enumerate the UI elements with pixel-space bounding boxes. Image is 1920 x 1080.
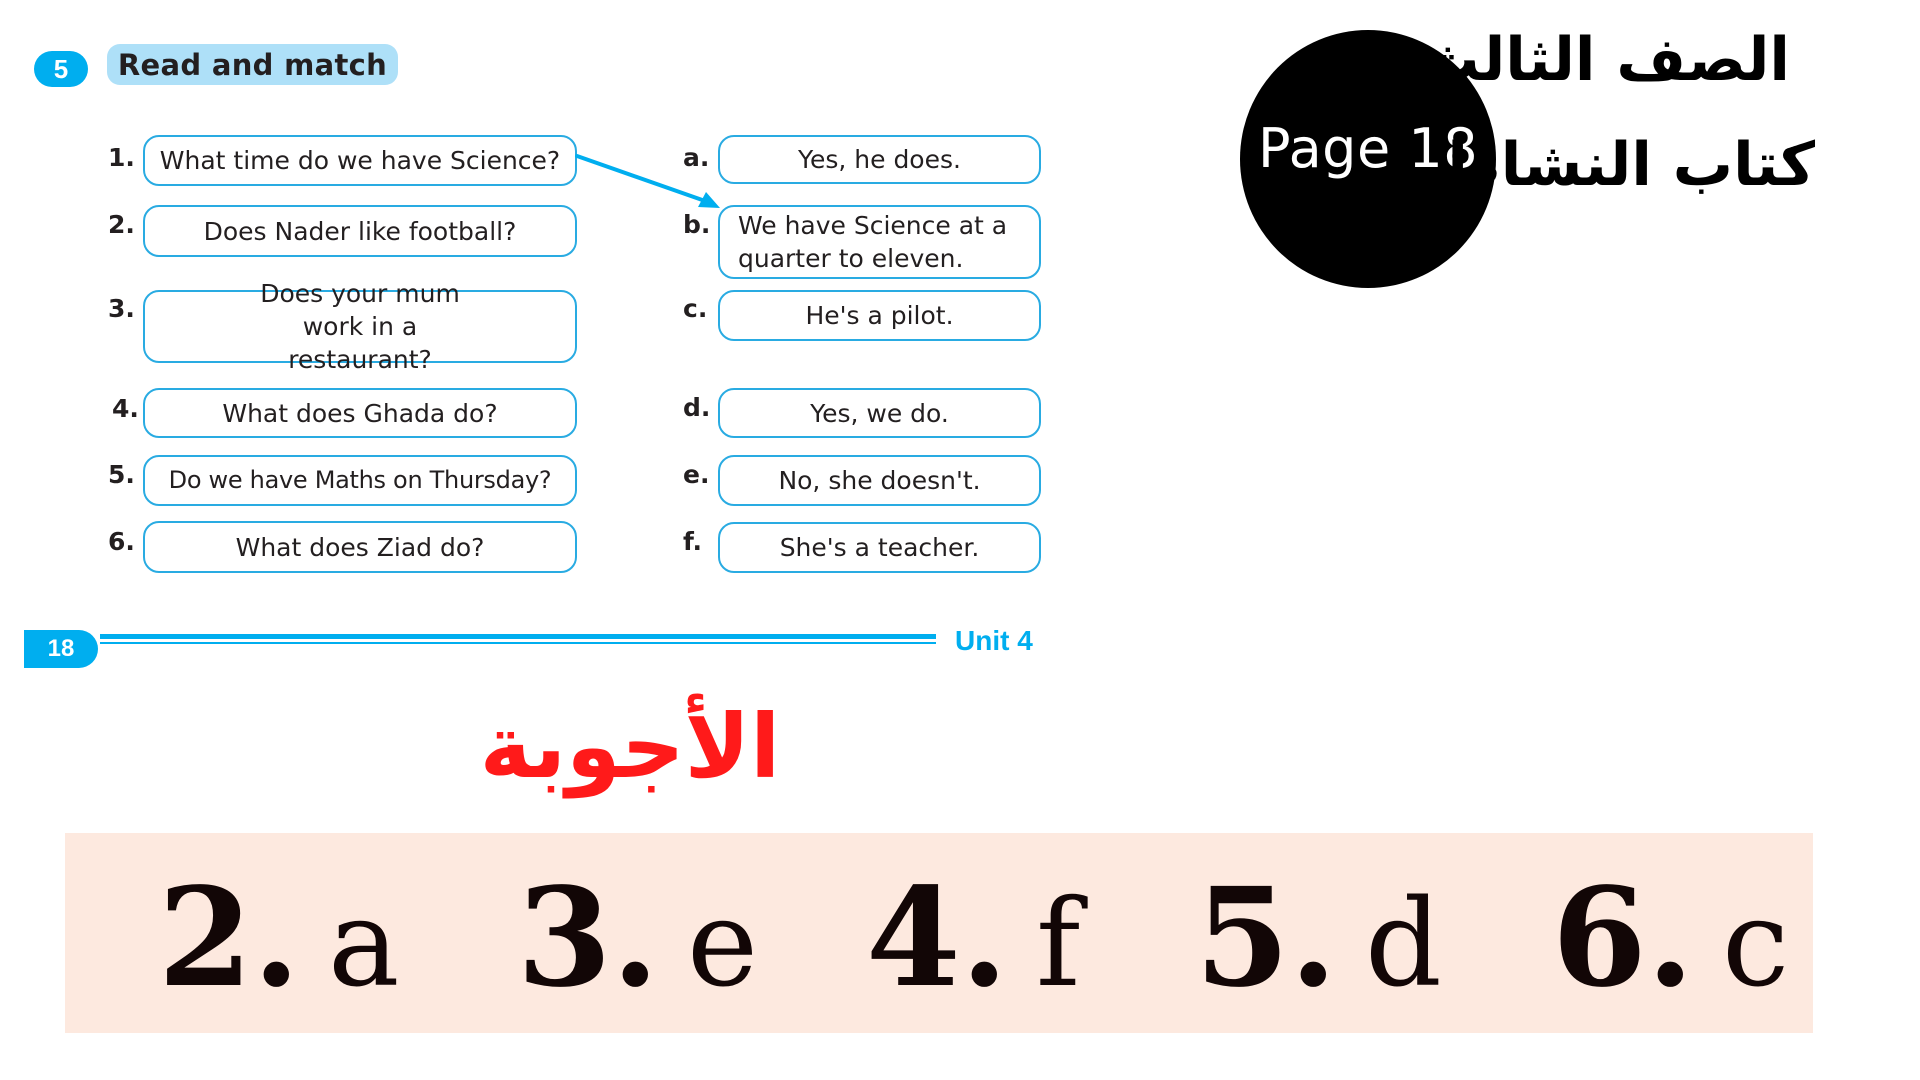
question-box[interactable]: Does Nader like football? [143,205,577,257]
question-text: What does Ziad do? [235,532,485,562]
answer-item: 5. d [1195,858,1442,1018]
grade-heading: الصف الثالث [1419,25,1790,95]
question-text: Do we have Maths on Thursday? [168,466,552,494]
response-letter: f. [683,527,703,556]
answer-letter: e [686,875,758,1014]
question-box[interactable]: What does Ziad do? [143,521,577,573]
response-box[interactable]: Yes, we do. [718,388,1041,438]
exercise-number-badge: 5 [34,51,88,87]
response-text: We have Science at a quarter to eleven. [738,211,1008,273]
response-letter: d. [683,393,711,422]
response-letter: c. [683,294,708,323]
answer-letter: c [1721,875,1790,1014]
response-letter: e. [683,460,710,489]
footer-rule-thin [100,642,936,644]
answer-item: 6. c [1552,858,1789,1018]
answer-number: 2. [158,858,300,1018]
response-box[interactable]: No, she doesn't. [718,455,1041,506]
question-number: 5. [108,460,135,489]
answer-letter: f [1035,875,1081,1014]
question-number: 2. [108,210,135,239]
answer-item: 4. f [866,858,1080,1018]
answer-number: 4. [866,858,1008,1018]
page-number-tab: 18 [24,630,98,668]
question-box[interactable]: Do we have Maths on Thursday? [143,455,577,506]
response-box[interactable]: He's a pilot. [718,290,1041,341]
answer-letter: d [1364,875,1442,1014]
question-box[interactable]: Does your mum work in a restaurant? [143,279,577,374]
unit-label: Unit 4 [955,625,1033,656]
answer-letter: a [327,875,400,1014]
answer-number: 5. [1195,858,1337,1018]
response-text: No, she doesn't. [778,466,981,495]
response-box[interactable]: We have Science at a quarter to eleven. [718,205,1041,279]
response-letter: a. [683,143,710,172]
question-text: What time do we have Science? [159,146,561,175]
response-text: She's a teacher. [779,533,980,562]
question-number: 4. [112,394,139,423]
response-text: He's a pilot. [805,301,954,330]
response-letter: b. [683,210,711,239]
question-number: 3. [108,294,135,323]
question-number: 1. [108,143,135,172]
question-text: Does your mum work in a restaurant? [260,279,460,374]
question-box[interactable]: What time do we have Science? [143,135,577,186]
answer-item: 2. a [158,858,400,1018]
answer-number: 3. [517,858,659,1018]
response-box[interactable]: She's a teacher. [718,522,1041,573]
book-heading: كتاب النشاط [1438,130,1815,200]
response-box[interactable]: Yes, he does. [718,135,1041,184]
response-text: Yes, he does. [798,145,961,174]
answer-item: 3. e [517,858,758,1018]
exercise-title: Read and match [107,44,398,85]
question-number: 6. [108,527,135,556]
response-text: Yes, we do. [810,398,949,428]
question-text: What does Ghada do? [222,398,498,428]
answers-title: الأجوبة [479,695,781,798]
answer-number: 6. [1552,858,1694,1018]
arrow-head-icon [698,192,720,208]
question-text: Does Nader like football? [203,216,517,246]
footer-rule [100,634,936,639]
question-box[interactable]: What does Ghada do? [143,388,577,438]
